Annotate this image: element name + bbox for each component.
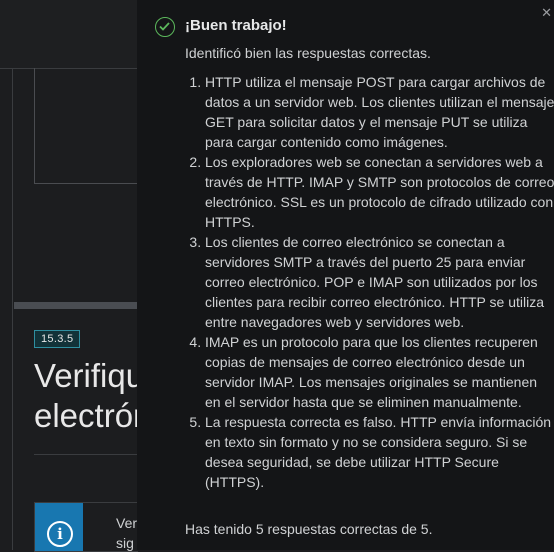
content-box	[34, 68, 138, 184]
content-rail	[12, 68, 13, 550]
answer-item: IMAP es un protocolo para que los client…	[205, 332, 554, 412]
info-icon: i	[47, 521, 73, 547]
section-heading: Verifique electrónico	[34, 356, 137, 436]
top-bar	[0, 0, 137, 69]
feedback-panel: ✕ ¡Buen trabajo! Identificó bien las res…	[137, 0, 554, 550]
section-heading-line-1: Verifique	[34, 357, 137, 394]
check-circle-icon	[155, 17, 175, 37]
heading-rule	[34, 454, 137, 455]
section-divider	[14, 302, 137, 309]
section-badge: 15.3.5	[34, 330, 81, 348]
answer-item: HTTP utiliza el mensaje POST para cargar…	[205, 72, 554, 152]
feedback-intro: Identificó bien las respuestas correctas…	[185, 45, 431, 61]
answer-item: La respuesta correcta es falso. HTTP env…	[205, 412, 554, 492]
info-callout-line-2: sig	[116, 535, 134, 551]
score-summary: Has tenido 5 respuestas correctas de 5.	[185, 521, 433, 537]
answer-item: Los clientes de correo electrónico se co…	[205, 232, 554, 332]
feedback-title: ¡Buen trabajo!	[185, 17, 287, 34]
info-callout-text: Ver sig	[116, 513, 138, 551]
info-callout-accent: i	[35, 503, 83, 551]
section-heading-line-2: electrónico	[34, 397, 137, 434]
answer-item: Los exploradores web se conectan a servi…	[205, 152, 554, 232]
info-callout: i Ver sig	[34, 502, 138, 552]
info-callout-line-1: Ver	[116, 515, 138, 531]
answer-list: HTTP utiliza el mensaje POST para cargar…	[185, 72, 554, 492]
close-icon[interactable]: ✕	[541, 5, 552, 21]
